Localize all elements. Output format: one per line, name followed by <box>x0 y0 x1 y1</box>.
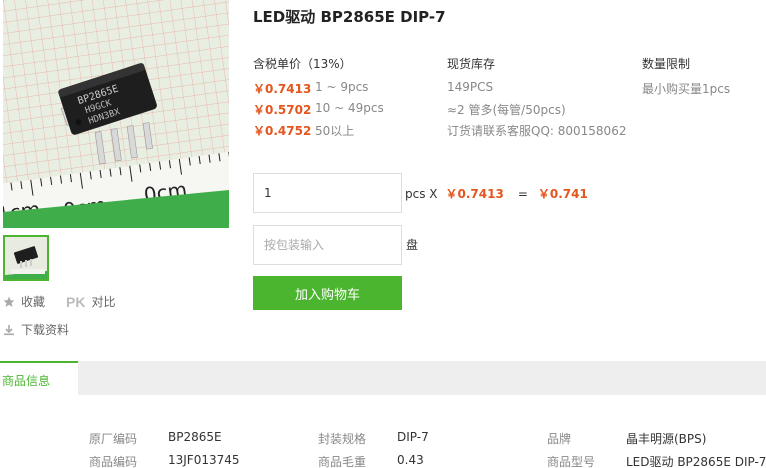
tier-price: ￥0.4752 <box>253 124 312 138</box>
total-price: ￥0.741 <box>537 187 588 201</box>
add-to-cart-button[interactable]: 加入购物车 <box>253 276 402 310</box>
download-label: 下载资料 <box>21 323 70 337</box>
favorite-action[interactable]: 收藏 <box>3 293 45 310</box>
tab-bar: 商品信息 <box>0 361 766 395</box>
product-title: LED驱动 BP2865E DIP-7 <box>253 8 446 26</box>
price-header: 含税单价（13%） <box>253 57 352 71</box>
detail-value: BP2865E <box>168 430 222 444</box>
product-thumbnail[interactable] <box>3 235 49 281</box>
stock-contact: 订货请联系客服QQ: 800158062 <box>447 124 627 138</box>
price-tier: ￥0.7413 1 ~ 9pcs <box>253 80 368 98</box>
detail-value: 晶丰明源(BPS) <box>626 432 707 446</box>
compare-action[interactable]: PK 对比 <box>66 293 115 310</box>
detail-label: 原厂编码 <box>89 432 138 446</box>
download-icon <box>3 324 15 336</box>
min-purchase: 最小购买量1pcs <box>642 82 731 96</box>
tier-range: 10 ~ 49pcs <box>315 101 384 115</box>
equals-sign: = <box>517 186 528 201</box>
detail-value: LED驱动 BP2865E DIP-7 <box>626 455 766 468</box>
detail-label: 商品编码 <box>89 455 138 468</box>
unit-price: ￥0.7413 <box>445 187 504 201</box>
price-tier: ￥0.5702 10 ~ 49pcs <box>253 101 384 119</box>
compare-label: 对比 <box>91 295 116 309</box>
tier-price: ￥0.7413 <box>253 82 312 96</box>
pack-input[interactable] <box>253 225 402 265</box>
stock-packaging: ≈2 管多(每管/50pcs) <box>447 103 566 117</box>
quantity-input[interactable] <box>253 173 402 213</box>
limit-header: 数量限制 <box>642 57 691 71</box>
stock-quantity: 149PCS <box>447 80 494 94</box>
tier-range: 50以上 <box>315 124 355 138</box>
detail-value: DIP-7 <box>397 430 429 444</box>
detail-label: 商品型号 <box>547 455 596 468</box>
quantity-unit: pcs X <box>405 186 438 201</box>
download-action[interactable]: 下载资料 <box>3 321 69 338</box>
tier-range: 1 ~ 9pcs <box>315 80 369 94</box>
stock-header: 现货库存 <box>447 57 496 71</box>
price-tier: ￥0.4752 50以上 <box>253 122 354 140</box>
tier-price: ￥0.5702 <box>253 103 312 117</box>
detail-label: 封装规格 <box>318 432 367 446</box>
tab-product-info[interactable]: 商品信息 <box>0 361 78 395</box>
favorite-label: 收藏 <box>21 295 46 309</box>
detail-label: 品牌 <box>547 432 572 446</box>
detail-label: 商品毛重 <box>318 455 367 468</box>
star-icon <box>3 296 15 308</box>
detail-value: 0.43 <box>397 453 424 467</box>
pack-unit: 盘 <box>406 238 419 252</box>
detail-value: 13JF013745 <box>168 453 240 467</box>
pk-icon: PK <box>66 293 86 310</box>
price-calculation: pcs X ￥0.7413 = ￥0.741 <box>405 185 588 202</box>
product-main-image: 1cm 0cm 0cm BP2865E H9GCK HDN3BX <box>3 0 229 228</box>
